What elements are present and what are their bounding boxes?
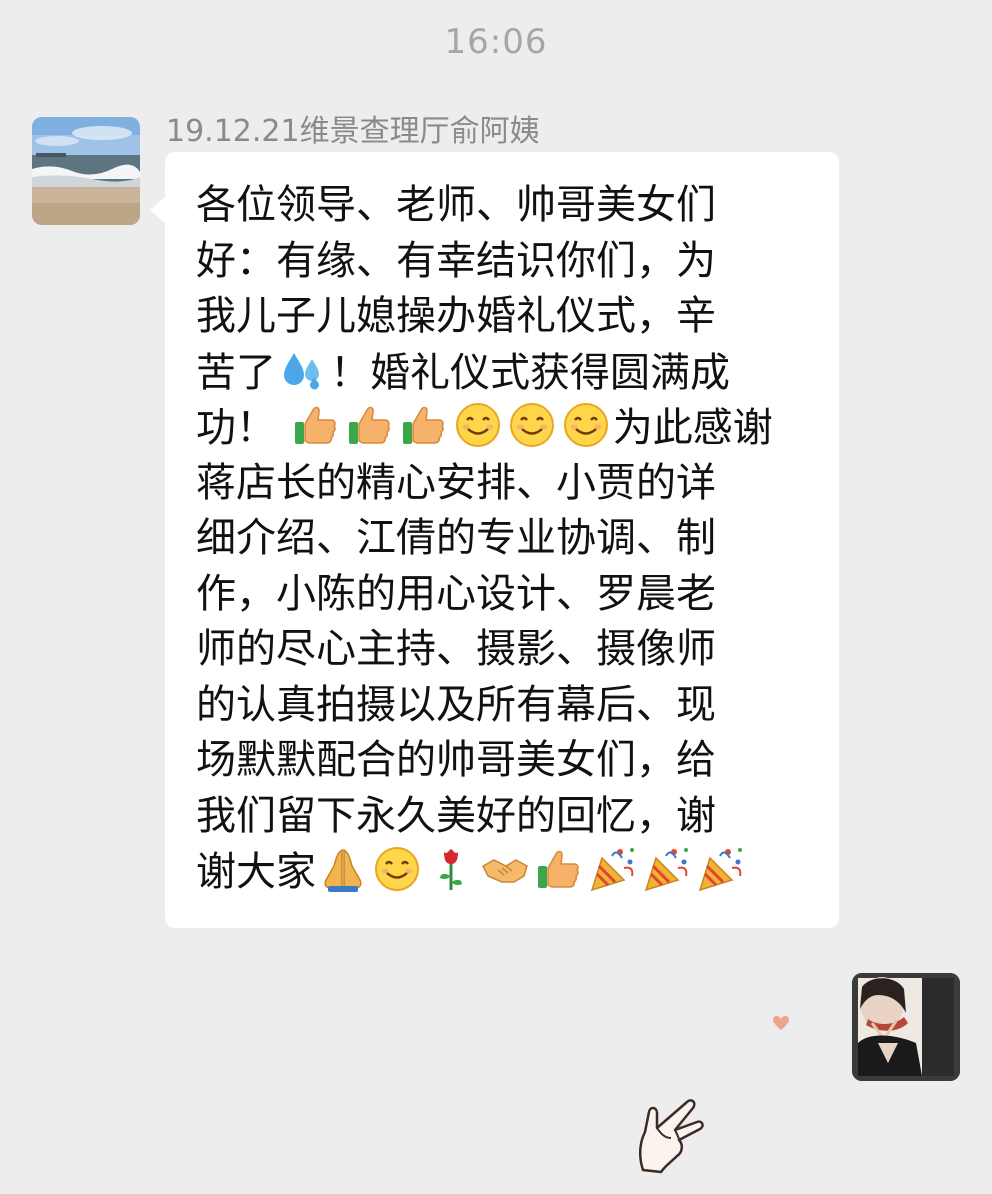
chat-timestamp: 16:06 xyxy=(444,22,548,62)
handshake-icon xyxy=(480,844,530,894)
rose-icon xyxy=(426,844,476,894)
thumbs-up-icon xyxy=(399,400,449,450)
thumbs-up-icon xyxy=(291,400,341,450)
smile-icon xyxy=(453,400,503,450)
message-line-4: 苦了 ！婚礼仪式获得圆满成 xyxy=(196,345,808,401)
pointing-hand-icon xyxy=(635,1092,709,1180)
thumbs-up-icon xyxy=(534,844,584,894)
party-popper-icon xyxy=(696,844,746,894)
message-line: 好：有缘、有幸结识你们，为 xyxy=(196,237,716,284)
message-line-15: 谢大家 xyxy=(196,844,808,900)
message-line: 的认真拍摄以及所有幕后、现 xyxy=(196,681,716,728)
small-heart-icon xyxy=(772,1015,790,1035)
portrait-photo-icon xyxy=(852,973,960,1081)
message-line: 蒋店长的精心安排、小贾的详 xyxy=(196,459,716,506)
message-line: 细介绍、江倩的专业协调、制 xyxy=(196,515,716,561)
self-avatar[interactable] xyxy=(852,973,960,1081)
message-line: 作，小陈的用心设计、罗晨老 xyxy=(196,570,716,617)
message-line: 我们留下永久美好的回忆，谢 xyxy=(196,792,716,839)
folded-hands-icon xyxy=(318,844,368,894)
message-text[interactable]: 各位领导、老师、帅哥美女们 好：有缘、有幸结识你们，为 我儿子儿媳操办婚礼仪式，… xyxy=(196,178,808,900)
smile-icon xyxy=(507,400,557,450)
bubble-tail xyxy=(150,196,166,224)
message-line: 各位领导、老师、帅哥美女们 xyxy=(196,182,716,228)
sender-name: 19.12.21维景查理厅俞阿姨 xyxy=(166,114,540,149)
message-line: 我儿子儿媳操办婚礼仪式，辛 xyxy=(196,293,716,339)
seaside-photo-icon xyxy=(32,117,140,225)
smile-icon xyxy=(372,844,422,894)
sweat-droplets-icon xyxy=(278,345,328,395)
party-popper-icon xyxy=(642,844,692,894)
message-line: 场默默配合的帅哥美女们，给 xyxy=(196,737,716,783)
sender-avatar[interactable] xyxy=(32,117,140,225)
smile-icon xyxy=(561,400,611,450)
party-popper-icon xyxy=(588,844,638,894)
message-line-5: 功！ 为此感谢 xyxy=(196,400,808,456)
message-line: 师的尽心主持、摄影、摄像师 xyxy=(196,626,716,672)
thumbs-up-icon xyxy=(345,400,395,450)
